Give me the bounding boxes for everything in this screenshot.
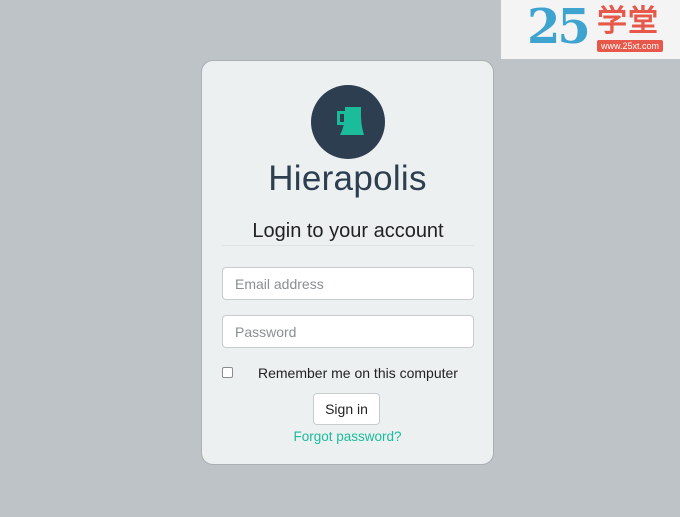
forgot-password-link[interactable]: Forgot password? [202,428,493,446]
remember-me-checkbox[interactable] [222,367,233,378]
watermark-logo: 25 学堂 www.25xt.com [501,0,680,59]
login-heading: Login to your account [222,218,474,246]
remember-me-label[interactable]: Remember me on this computer [258,364,458,382]
brand-name: Hierapolis [268,159,427,198]
watermark-url: www.25xt.com [597,40,664,52]
remember-me-row: Remember me on this computer [222,364,474,382]
cup-icon [337,107,364,135]
logo-badge [311,85,385,159]
watermark-number: 25 [527,0,591,55]
password-field[interactable] [222,315,474,348]
email-field[interactable] [222,267,474,300]
sign-in-button[interactable]: Sign in [313,393,380,425]
watermark-chinese: 学堂 [597,4,659,39]
login-card: Hierapolis Login to your account Remembe… [201,60,494,465]
